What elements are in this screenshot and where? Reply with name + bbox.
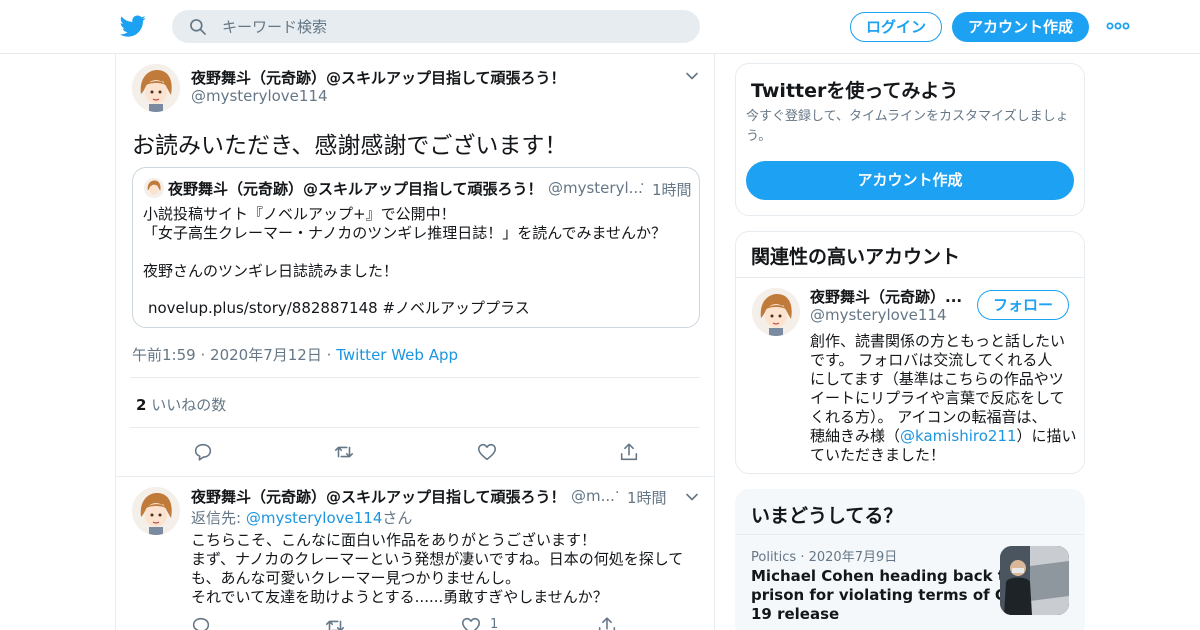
divider — [116, 476, 714, 477]
avatar-illustration — [144, 178, 164, 198]
chevron-down-icon[interactable] — [684, 489, 700, 505]
quote-text-line: 小説投稿サイト『ノベルアップ+』で公開中！ — [143, 205, 456, 223]
bio-text: 穂紬きみ様（ — [810, 427, 901, 445]
top-bar: ログイン アカウント作成 — [0, 0, 1200, 54]
reply-text-line: それでいて友達を助けようとする......勇敢すぎやしませんか？ — [191, 588, 608, 606]
reply-timestamp[interactable]: 1時間 — [627, 487, 667, 508]
reply-to-mention[interactable]: @mysterylove114 — [246, 509, 383, 527]
chevron-down-icon[interactable] — [684, 68, 700, 84]
quote-text-line: novelup.plus/story/882887148 #ノベルアッププラス — [148, 299, 530, 317]
quote-author-handle: @mysteryl... — [548, 179, 643, 197]
trend-photo — [1000, 546, 1069, 615]
retweet-icon[interactable] — [324, 615, 346, 630]
reply-icon[interactable] — [192, 441, 214, 463]
related-accounts-card: 関連性の高いアカウント 夜野舞斗（元奇跡）... @mysterylove114… — [735, 231, 1085, 474]
quote-text-line: 「女子高生クレーマー・ナノカのツンギレ推理日誌！」を読んでみませんか？ — [143, 224, 667, 242]
quote-avatar — [144, 178, 164, 198]
avatar[interactable] — [132, 487, 180, 535]
avatar-illustration — [752, 288, 800, 336]
bio-line: です。 フォロバは交流してくれる人 — [810, 351, 1053, 369]
quote-timestamp: 1時間 — [652, 181, 692, 199]
tweet-text: お読みいただき、感謝感謝でございます！ — [132, 133, 568, 159]
signup-button[interactable]: アカウント作成 — [952, 12, 1089, 42]
divider — [736, 534, 1084, 535]
reply-to-prefix: 返信先: — [191, 509, 246, 527]
likes-count: 2 — [136, 396, 147, 414]
meta-separator: · — [326, 346, 332, 364]
retweet-icon[interactable] — [333, 441, 355, 463]
reply-separator: · — [615, 485, 620, 501]
bio-line: にしてます（基準はこちらの作品やツ — [810, 370, 1064, 388]
twitter-bird-icon[interactable] — [119, 13, 147, 39]
signup-card: Twitterを使ってみよう 今すぐ登録して、タイムラインをカスタマイズしましょ… — [735, 63, 1085, 216]
divider — [130, 427, 700, 428]
reply-text-line: も、あんな可愛いクレーマー見つかりませんし。 — [191, 569, 521, 587]
reply-text-line: こちらこそ、こんなに面白い作品をありがとうございます！ — [191, 531, 597, 549]
like-icon[interactable] — [476, 441, 498, 463]
tweet-time: 午前1:59 — [132, 346, 196, 364]
bio-line: くれる方）。 アイコンの転福音は、 — [810, 408, 1047, 426]
likes-stat[interactable]: 2 いいねの数 — [136, 394, 226, 415]
account-handle[interactable]: @mysterylove114 — [810, 306, 947, 324]
bio-line: 穂紬きみ様（@kamishiro211）に描い — [810, 425, 1077, 446]
divider — [130, 377, 700, 378]
avatar-illustration — [132, 487, 180, 535]
share-icon[interactable] — [596, 615, 618, 630]
trend-separator: · — [800, 550, 805, 565]
reply-like-count: 1 — [490, 617, 499, 630]
search-input[interactable] — [222, 10, 682, 43]
like-icon[interactable] — [460, 615, 482, 630]
related-card-title: 関連性の高いアカウント — [751, 246, 961, 268]
bio-mention-link[interactable]: @kamishiro211 — [900, 427, 1017, 445]
main-column: 夜野舞斗（元奇跡）@スキルアップ目指して頑張ろう！ @mysterylove11… — [115, 54, 715, 630]
trend-headline-line[interactable]: Michael Cohen heading back to — [751, 567, 1015, 585]
trend-meta: Politics · 2020年7月9日 — [751, 546, 897, 565]
avatar[interactable] — [752, 288, 800, 336]
search-icon — [190, 19, 206, 35]
reply-to-context: 返信先: @mysterylove114さん — [191, 507, 412, 528]
more-icon[interactable] — [1106, 18, 1130, 34]
trends-card: いまどうしてる？ Politics · 2020年7月9日 Michael Co… — [735, 489, 1085, 630]
bio-line: 創作、読書関係の方ともっと話したい — [810, 332, 1066, 350]
follow-button[interactable]: フォロー — [977, 290, 1069, 320]
avatar-illustration — [132, 64, 180, 112]
trend-date: 2020年7月9日 — [808, 550, 898, 565]
tweet-source-link[interactable]: Twitter Web App — [336, 346, 458, 364]
reply-icon[interactable] — [190, 615, 212, 630]
signup-card-title: Twitterを使ってみよう — [751, 80, 959, 102]
bio-line: ていただきました！ — [810, 446, 946, 464]
reply-author-handle[interactable]: @m... — [571, 487, 615, 505]
bio-line: イートにリプライや言葉で反応をして — [810, 389, 1065, 407]
divider — [736, 277, 1084, 278]
trend-category: Politics — [751, 550, 797, 565]
likes-label: いいねの数 — [151, 396, 227, 414]
login-button[interactable]: ログイン — [850, 12, 942, 42]
author-name[interactable]: 夜野舞斗（元奇跡）@スキルアップ目指して頑張ろう！ — [191, 67, 566, 88]
quote-text-line: 夜野さんのツンギレ日誌読みました！ — [143, 262, 399, 280]
quote-separator: · — [640, 177, 645, 193]
avatar[interactable] — [132, 64, 180, 112]
trends-card-title: いまどうしてる？ — [751, 505, 903, 527]
trend-headline-line[interactable]: 19 release — [751, 605, 839, 623]
trend-thumbnail[interactable] — [1000, 546, 1069, 615]
signup-card-description: 今すぐ登録して、タイムラインをカスタマイズしましょう。 — [746, 109, 1069, 144]
quote-author-name: 夜野舞斗（元奇跡）@スキルアップ目指して頑張ろう！ — [168, 180, 543, 198]
reply-to-suffix: さん — [382, 509, 413, 527]
reply-author-name[interactable]: 夜野舞斗（元奇跡）@スキルアップ目指して頑張ろう！ — [191, 486, 566, 507]
author-handle[interactable]: @mysterylove114 — [191, 87, 328, 105]
bio-text: ）に描い — [1016, 427, 1077, 445]
quoted-tweet[interactable]: 夜野舞斗（元奇跡）@スキルアップ目指して頑張ろう！ @mysteryl... ·… — [132, 167, 700, 328]
account-name[interactable]: 夜野舞斗（元奇跡）... — [810, 286, 962, 307]
signup-card-button[interactable]: アカウント作成 — [746, 161, 1074, 200]
share-icon[interactable] — [618, 441, 640, 463]
tweet-meta: 午前1:59 · 2020年7月12日 · Twitter Web App — [132, 344, 458, 365]
search-box[interactable] — [172, 10, 700, 43]
reply-text-line: まず、ナノカのクレーマーという発想が凄いですね。日本の何処を探して — [191, 550, 684, 568]
meta-separator: · — [200, 346, 206, 364]
tweet-date: 2020年7月12日 — [210, 346, 322, 364]
